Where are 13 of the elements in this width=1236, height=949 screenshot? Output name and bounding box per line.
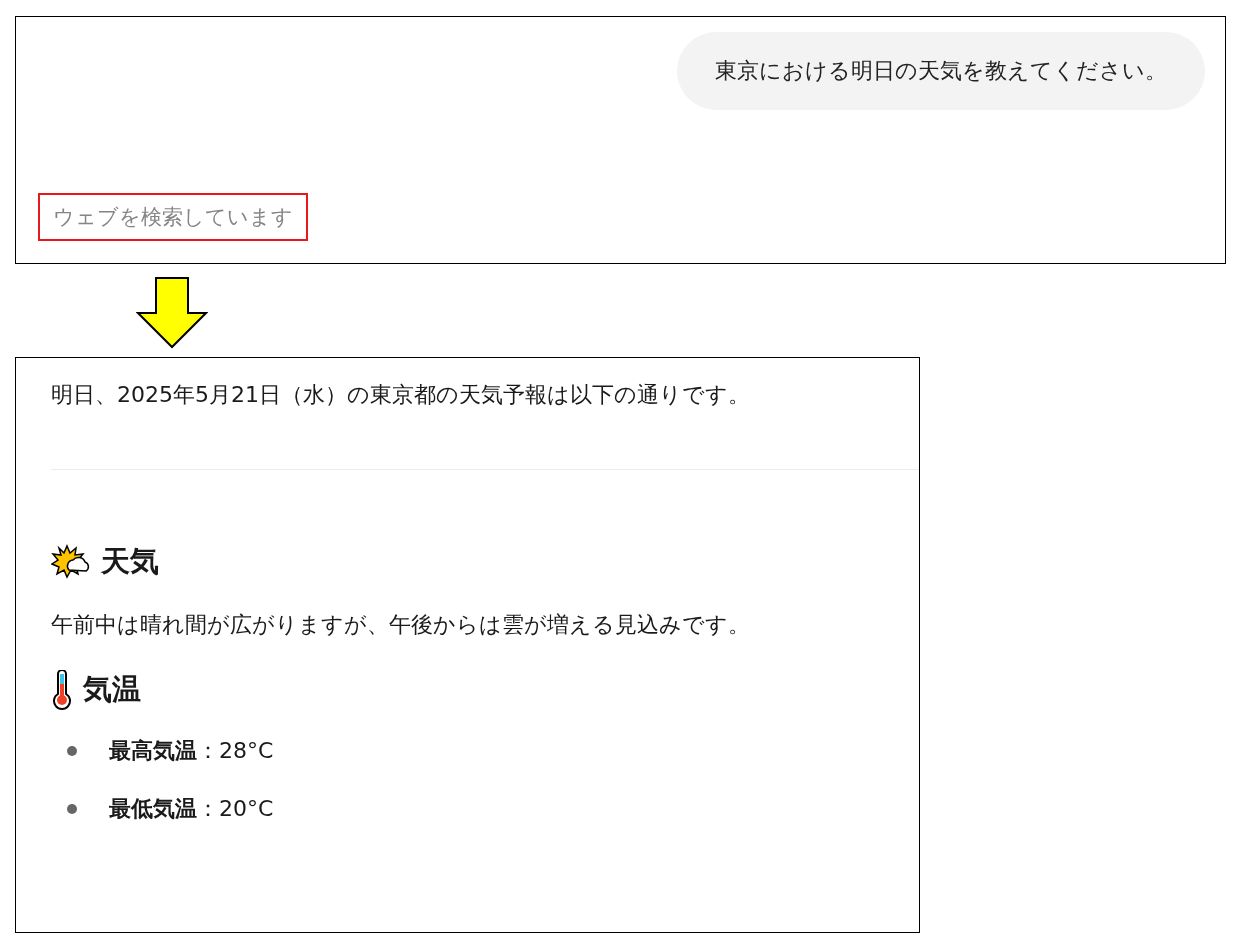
- thermometer-icon: [51, 669, 73, 710]
- down-arrow-icon: [136, 277, 208, 349]
- list-item: 最低気温：20°C: [109, 794, 274, 823]
- section-heading: 気温: [83, 670, 141, 708]
- status-text: ウェブを検索しています: [38, 193, 308, 241]
- response-text: 明日、2025年5月21日（水）の東京都の天気予報は以下の通りです。: [51, 381, 751, 409]
- list-item: 最高気温：28°C: [109, 736, 274, 765]
- bullet-icon: [67, 745, 77, 756]
- user-message: 東京における明日の天気を教えてください。: [677, 32, 1205, 110]
- paragraph: 午前中は晴れ間が広がりますが、午後からは雲が増える見込みです。: [51, 610, 751, 639]
- section-heading: 天気: [101, 542, 159, 580]
- bullet-icon: [67, 803, 77, 814]
- sun-cloud-icon: [51, 543, 91, 580]
